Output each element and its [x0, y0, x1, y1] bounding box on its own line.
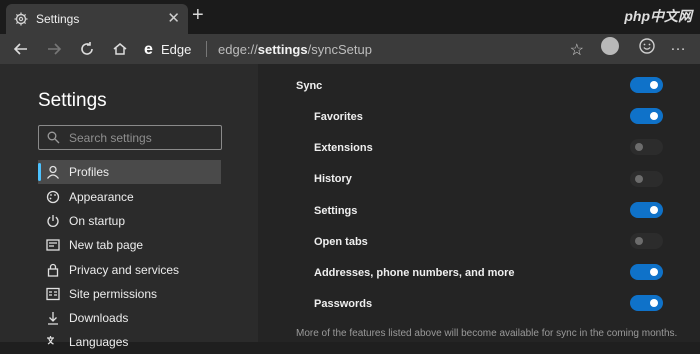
favorites-row-label: Favorites — [314, 111, 363, 123]
settings-row-label: Settings — [314, 205, 358, 217]
home-icon[interactable] — [109, 38, 131, 60]
open-tabs-row-label: Open tabs — [314, 236, 368, 248]
sidebar-item-label: Languages — [69, 335, 129, 349]
palette-icon — [46, 190, 60, 204]
sidebar-item-privacy[interactable]: Privacy and services — [38, 258, 221, 282]
lock-icon — [47, 263, 59, 277]
forward-icon[interactable] — [43, 38, 65, 60]
toggle-knob — [635, 143, 643, 151]
sidebar-item-appearance[interactable]: Appearance — [38, 185, 221, 209]
sidebar-item-label: Profiles — [69, 165, 110, 179]
active-indicator — [38, 163, 41, 181]
gear-icon — [14, 12, 28, 26]
sidebar-item-new-tab-page[interactable]: New tab page — [38, 233, 221, 257]
feedback-smiley-icon[interactable] — [638, 37, 656, 55]
sync-row-label: Sync — [296, 80, 323, 92]
language-icon — [47, 336, 54, 345]
settings-toggle[interactable] — [630, 202, 663, 218]
toggle-knob — [635, 237, 643, 245]
search-icon — [47, 131, 60, 144]
addresses-row-label: Addresses, phone numbers, and more — [314, 267, 515, 279]
edge-logo-icon: e — [144, 41, 153, 58]
refresh-icon[interactable] — [76, 38, 98, 60]
download-icon — [48, 312, 58, 325]
more-options-icon[interactable]: … — [670, 37, 687, 55]
sidebar-item-downloads[interactable]: Downloads — [38, 306, 221, 330]
sync-footnote: More of the features listed above will b… — [296, 328, 678, 339]
favorites-toggle[interactable] — [630, 108, 663, 124]
open-tabs-toggle[interactable] — [630, 233, 663, 249]
sidebar-item-label: Appearance — [69, 190, 134, 204]
history-toggle[interactable] — [630, 171, 663, 187]
close-tab-icon[interactable]: ✕ — [167, 9, 180, 27]
history-row-label: History — [314, 173, 352, 185]
search-placeholder: Search settings — [69, 131, 152, 145]
sidebar-item-label: On startup — [69, 214, 126, 228]
toggle-knob — [650, 206, 658, 214]
extensions-row-label: Extensions — [314, 142, 373, 154]
sidebar-item-label: Privacy and services — [69, 263, 180, 277]
toggle-knob — [650, 81, 658, 89]
address-bar[interactable]: e Edge edge://settings/syncSetup ☆ — [140, 36, 592, 62]
sidebar-item-label: New tab page — [69, 238, 144, 252]
sidebar-item-profiles[interactable]: Profiles — [38, 160, 221, 184]
passwords-toggle[interactable] — [630, 295, 663, 311]
favorite-star-icon[interactable]: ☆ — [570, 40, 584, 60]
sidebar-item-label: Downloads — [69, 311, 129, 325]
person-icon — [46, 165, 60, 179]
sidebar-item-languages[interactable]: Languages — [38, 330, 221, 354]
extensions-toggle[interactable] — [630, 139, 663, 155]
address-divider — [206, 41, 207, 57]
back-icon[interactable] — [10, 38, 32, 60]
permissions-icon — [46, 287, 60, 301]
toggle-knob — [650, 112, 658, 120]
toggle-knob — [650, 268, 658, 276]
toggle-knob — [650, 299, 658, 307]
new-tab-button[interactable]: + — [192, 5, 204, 25]
sidebar-item-on-startup[interactable]: On startup — [38, 209, 221, 233]
avatar[interactable] — [601, 37, 619, 55]
tab-settings[interactable]: Settings ✕ — [6, 4, 188, 34]
tab-title: Settings — [36, 12, 80, 26]
newtab-icon — [46, 239, 60, 251]
page-title: Settings — [38, 90, 107, 111]
url-text[interactable]: edge://settings/syncSetup — [218, 42, 372, 57]
edge-label: Edge — [161, 42, 192, 57]
php-watermark-logo: php中文网 — [624, 8, 692, 24]
sidebar-item-label: Site permissions — [69, 287, 158, 301]
addresses-toggle[interactable] — [630, 264, 663, 280]
sidebar-item-site-permissions[interactable]: Site permissions — [38, 282, 221, 306]
toggle-knob — [635, 175, 643, 183]
passwords-row-label: Passwords — [314, 298, 373, 310]
toolbar: e Edge edge://settings/syncSetup ☆ — [0, 34, 700, 64]
power-icon — [47, 215, 59, 227]
sync-toggle[interactable] — [630, 77, 663, 93]
tab-strip: Settings ✕ + php中文网 — [0, 0, 700, 34]
search-input[interactable]: Search settings — [38, 125, 222, 150]
